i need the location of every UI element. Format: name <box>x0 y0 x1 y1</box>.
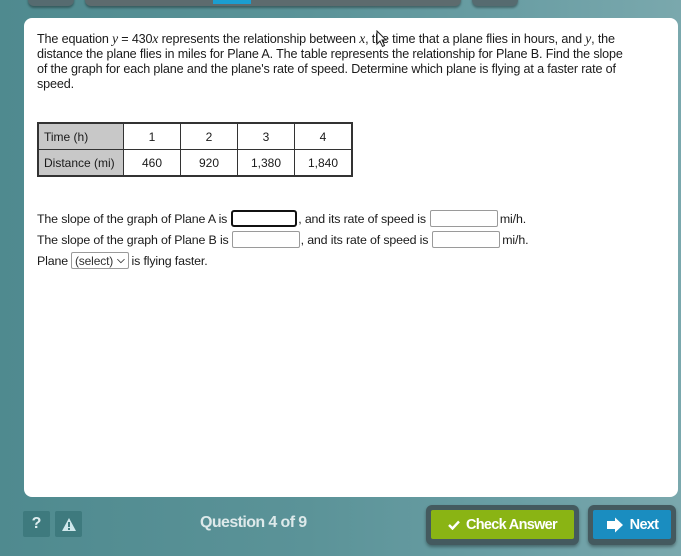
check-answer-button[interactable]: Check Answer <box>431 510 574 539</box>
report-problem-button[interactable] <box>55 511 82 537</box>
table-cell: 460 <box>123 149 181 177</box>
answer-section: The slope of the graph of Plane A is , a… <box>37 208 529 271</box>
plane-b-table: Time (h) 1 2 3 4 Distance (mi) 460 920 1… <box>37 122 353 177</box>
table-cell: 2 <box>180 122 238 150</box>
next-button[interactable]: Next <box>593 510 671 539</box>
question-progress-bar[interactable] <box>85 0 461 6</box>
check-answer-frame: Check Answer <box>426 505 579 545</box>
faster-plane-select[interactable]: (select) ⌵ <box>70 252 129 269</box>
prompt-text: , the time that a plane flies in hours, … <box>365 32 586 46</box>
plane-b-rate-input[interactable] <box>432 231 501 248</box>
rate-label: , and its rate of speed is <box>298 211 426 226</box>
table-row: Distance (mi) 460 920 1,380 1,840 <box>37 149 353 177</box>
table-cell: 920 <box>180 149 238 177</box>
row-header: Distance (mi) <box>37 149 124 177</box>
current-question-indicator <box>213 0 251 4</box>
equation-coefficient: = 430 <box>117 32 153 46</box>
nav-button-left[interactable] <box>28 0 74 6</box>
checkmark-icon <box>448 520 460 530</box>
unit-label: mi/h. <box>499 211 526 226</box>
unit-label: mi/h. <box>502 232 529 247</box>
plane-b-slope-label: The slope of the graph of Plane B is <box>37 232 229 247</box>
select-value: (select) <box>74 253 114 268</box>
plane-label: Plane <box>37 253 68 268</box>
table-cell: 4 <box>294 122 353 150</box>
question-prompt: The equation y = 430x represents the rel… <box>37 31 632 92</box>
table-row: Time (h) 1 2 3 4 <box>37 122 353 150</box>
mouse-cursor-icon <box>376 30 388 48</box>
rate-label: , and its rate of speed is <box>300 232 429 247</box>
prompt-text: The equation <box>37 32 113 46</box>
top-navigation <box>0 0 681 8</box>
plane-a-rate-input[interactable] <box>429 210 498 227</box>
plane-a-slope-input[interactable] <box>231 210 298 227</box>
chevron-down-icon: ⌵ <box>117 255 125 266</box>
table-cell: 1,380 <box>237 149 295 177</box>
next-frame: Next <box>588 505 676 545</box>
plane-a-row: The slope of the graph of Plane A is , a… <box>37 208 528 229</box>
table-cell: 1,840 <box>294 149 353 177</box>
question-card: The equation y = 430x represents the rel… <box>24 18 678 497</box>
question-mark-icon: ? <box>31 515 42 532</box>
question-counter: Question 4 of 9 <box>200 514 307 531</box>
plane-b-row: The slope of the graph of Plane B is , a… <box>37 229 529 250</box>
table-cell: 1 <box>123 122 181 150</box>
plane-b-slope-input[interactable] <box>231 231 300 248</box>
prompt-text: represents the relationship between <box>158 32 360 46</box>
faster-plane-row: Plane (select) ⌵ is flying faster. <box>37 250 528 271</box>
help-button[interactable]: ? <box>23 511 50 537</box>
row-header: Time (h) <box>37 122 124 150</box>
warning-icon <box>61 517 76 531</box>
next-label: Next <box>629 516 659 533</box>
table-cell: 3 <box>237 122 295 150</box>
nav-button-right[interactable] <box>472 0 518 6</box>
faster-suffix-label: is flying faster. <box>131 253 208 268</box>
check-answer-label: Check Answer <box>466 516 558 533</box>
arrow-right-icon <box>606 517 624 533</box>
plane-a-slope-label: The slope of the graph of Plane A is <box>37 211 228 226</box>
